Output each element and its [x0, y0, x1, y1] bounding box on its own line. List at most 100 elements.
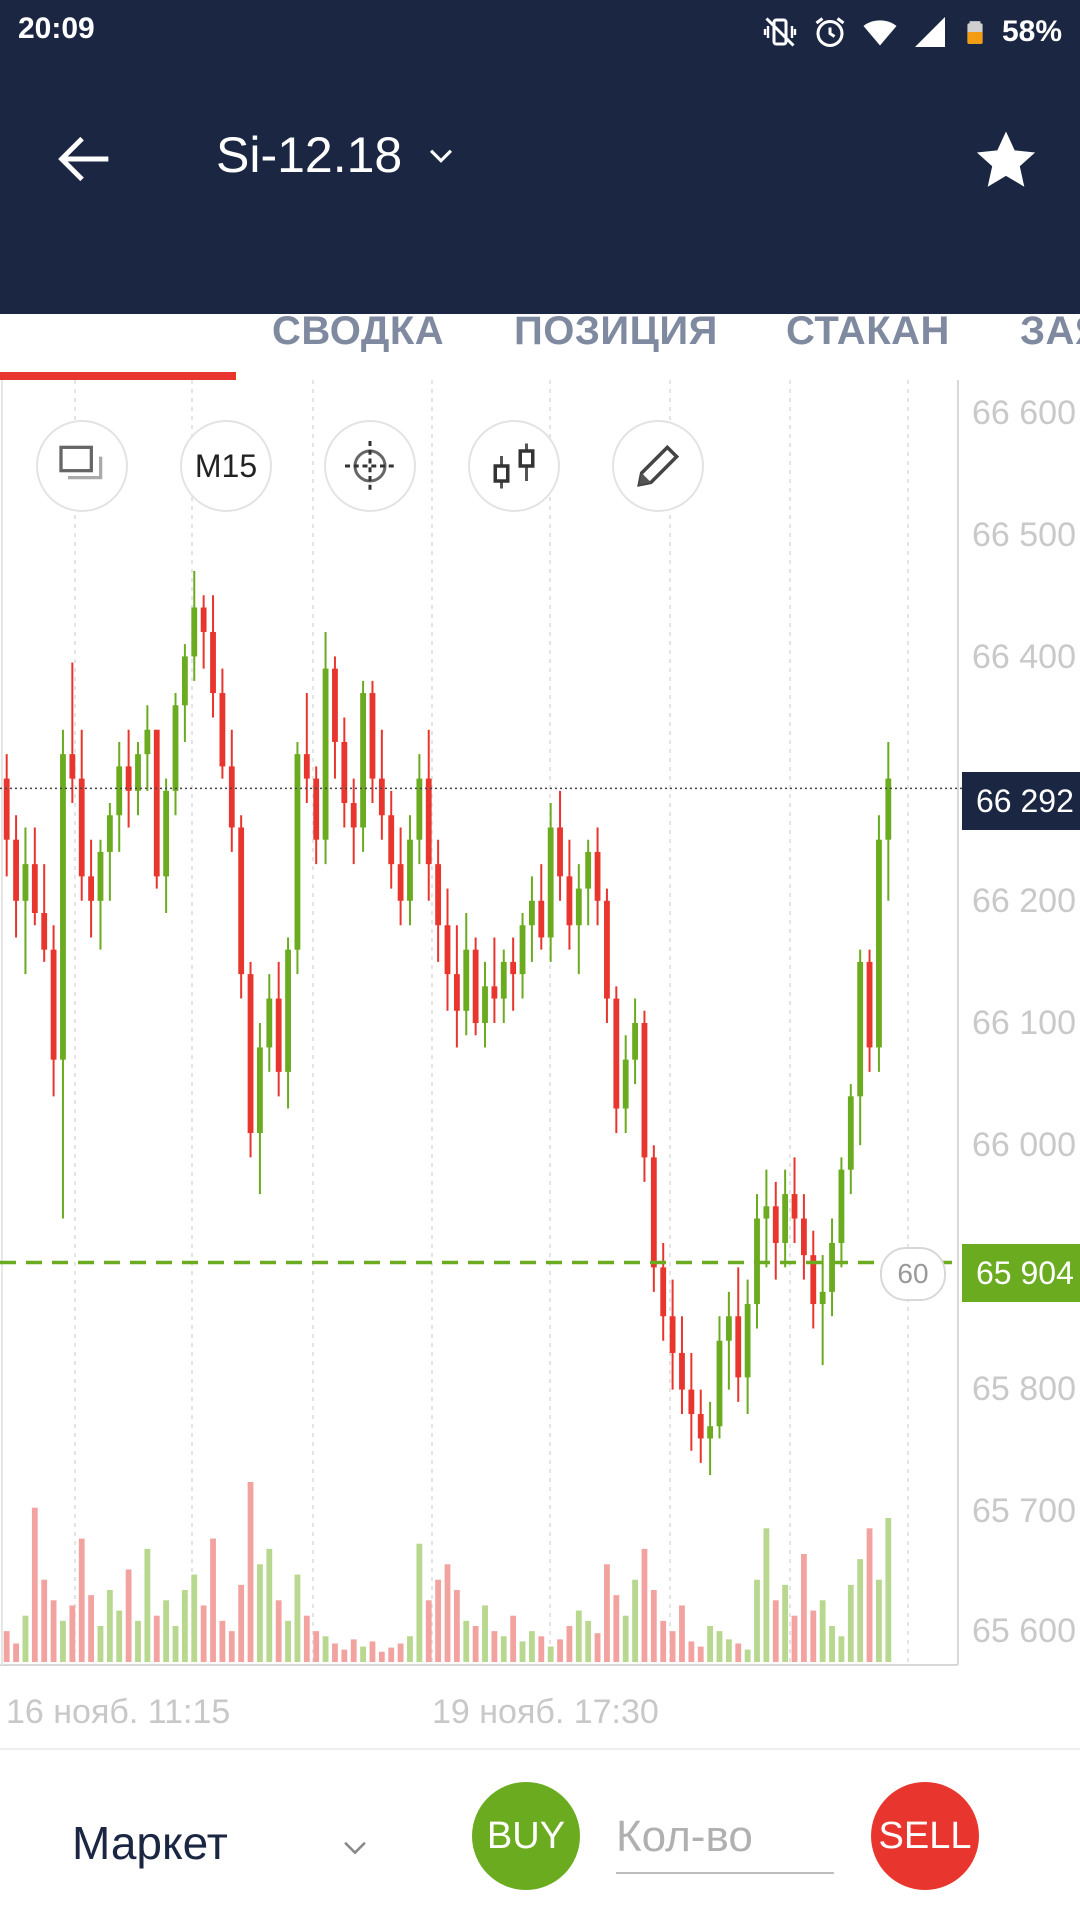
arrow-left-icon[interactable] [50, 124, 120, 194]
volume-bar [557, 1639, 563, 1662]
candle-body [388, 815, 395, 865]
candle-body [219, 693, 226, 767]
status-icons: 58% [762, 10, 1062, 54]
volume-bar [838, 1636, 845, 1662]
volume-bar [275, 1600, 282, 1662]
volume-bar [13, 1643, 19, 1662]
price-axis-label: 66 400 [972, 638, 1076, 676]
volume-bar [303, 1615, 310, 1662]
candle-body [97, 851, 104, 901]
star-icon[interactable] [970, 124, 1042, 196]
candle-body [397, 864, 404, 901]
timeframe-button[interactable]: M15 [180, 420, 272, 512]
volume-bar [200, 1605, 207, 1662]
volume-bar [538, 1636, 545, 1662]
volume-bar [416, 1543, 423, 1662]
volume-bar [210, 1538, 216, 1662]
tab-orders[interactable]: ЗАЯ [1020, 284, 1080, 378]
volume-bar [622, 1615, 629, 1662]
instrument-selector[interactable]: Si-12.18 [216, 126, 458, 184]
volume-bar [378, 1651, 385, 1662]
volume-bar [491, 1631, 498, 1662]
candle-body [22, 864, 29, 901]
candle-body [210, 631, 216, 694]
volume-bar [594, 1633, 601, 1662]
tab-orderbook[interactable]: СТАКАН [786, 284, 950, 378]
candle-body [116, 766, 123, 816]
volume-bar [847, 1584, 854, 1662]
price-axis-label: 65 700 [972, 1492, 1076, 1530]
volume-bar [679, 1605, 685, 1662]
candle-body [200, 607, 207, 632]
chevron-down-icon [430, 149, 453, 163]
candle-body [547, 827, 554, 938]
volume-bar [257, 1564, 263, 1662]
candle-body [763, 1206, 770, 1219]
candle-body [60, 754, 66, 1060]
candle-body [847, 1096, 854, 1170]
candle-body [41, 913, 48, 950]
buy-button[interactable]: BUY [472, 1782, 580, 1890]
candle-body [735, 1316, 742, 1378]
price-chart[interactable]: M15 66 600 66 500 66 400 66 200 66 100 6… [0, 380, 1080, 1745]
date-label: 16 нояб. 11:15 [6, 1693, 231, 1731]
position-price-tag: 65 904 [962, 1244, 1080, 1302]
candle-body [632, 1023, 638, 1060]
volume-bar [716, 1631, 723, 1662]
candle-body [857, 961, 864, 1097]
volume-bar [472, 1626, 479, 1662]
tab-summary[interactable]: СВОДКА [272, 284, 444, 378]
candle-body [238, 827, 245, 975]
layers-button[interactable] [36, 420, 128, 512]
volume-bar [444, 1564, 451, 1662]
candle-body [13, 839, 19, 901]
candle-body [228, 766, 235, 828]
crosshair-button[interactable] [324, 420, 416, 512]
volume-bar [800, 1554, 807, 1662]
candle-body [707, 1426, 714, 1439]
pencil-icon [637, 444, 680, 487]
volume-bar [172, 1626, 179, 1662]
tab-position[interactable]: ПОЗИЦИЯ [514, 284, 718, 378]
crosshair-icon [345, 441, 395, 491]
volume-bar [697, 1646, 704, 1662]
quantity-input[interactable] [616, 1802, 834, 1874]
volume-bar [116, 1610, 123, 1662]
volume-bar [407, 1636, 413, 1662]
tab-chart[interactable]: ГРАФИК [36, 284, 200, 378]
candle-body [275, 998, 282, 1072]
position-quantity-badge[interactable]: 60 [880, 1247, 946, 1301]
volume-bar [613, 1595, 620, 1662]
candle-body [163, 790, 170, 877]
draw-button[interactable] [612, 420, 704, 512]
order-type-select[interactable]: Маркет [72, 1816, 228, 1870]
candle-body [266, 998, 273, 1048]
volume-bar [857, 1559, 864, 1662]
volume-bar [3, 1631, 10, 1662]
volume-bar [819, 1600, 826, 1662]
candle-body [613, 998, 620, 1109]
volume-bar [604, 1564, 610, 1662]
volume-bar [181, 1590, 188, 1662]
chart-canvas[interactable] [0, 380, 1080, 1745]
candle-body [106, 815, 113, 852]
volume-bar [641, 1548, 648, 1662]
status-bar: 20:09 58% [0, 0, 1080, 64]
chart-type-button[interactable] [468, 420, 560, 512]
volume-bar [669, 1631, 676, 1662]
app-bar: Si-12.18 ГРАФИК СВОДКА ПОЗИЦИЯ СТАКАН ЗА… [0, 64, 1080, 353]
volume-bar [810, 1610, 817, 1662]
candle-body [369, 693, 376, 779]
volume-bar [191, 1574, 198, 1662]
candle-body [716, 1340, 723, 1427]
candle-body [782, 1194, 789, 1243]
candle-body [510, 961, 517, 975]
sell-button[interactable]: SELL [871, 1782, 979, 1890]
chevron-down-icon[interactable] [338, 1830, 372, 1864]
candle-body [876, 839, 882, 1048]
volume-bar [735, 1643, 742, 1662]
active-tab-indicator [0, 372, 236, 380]
volume-bar [435, 1579, 442, 1662]
volume-bar [463, 1620, 470, 1662]
candle-body [622, 1059, 629, 1109]
